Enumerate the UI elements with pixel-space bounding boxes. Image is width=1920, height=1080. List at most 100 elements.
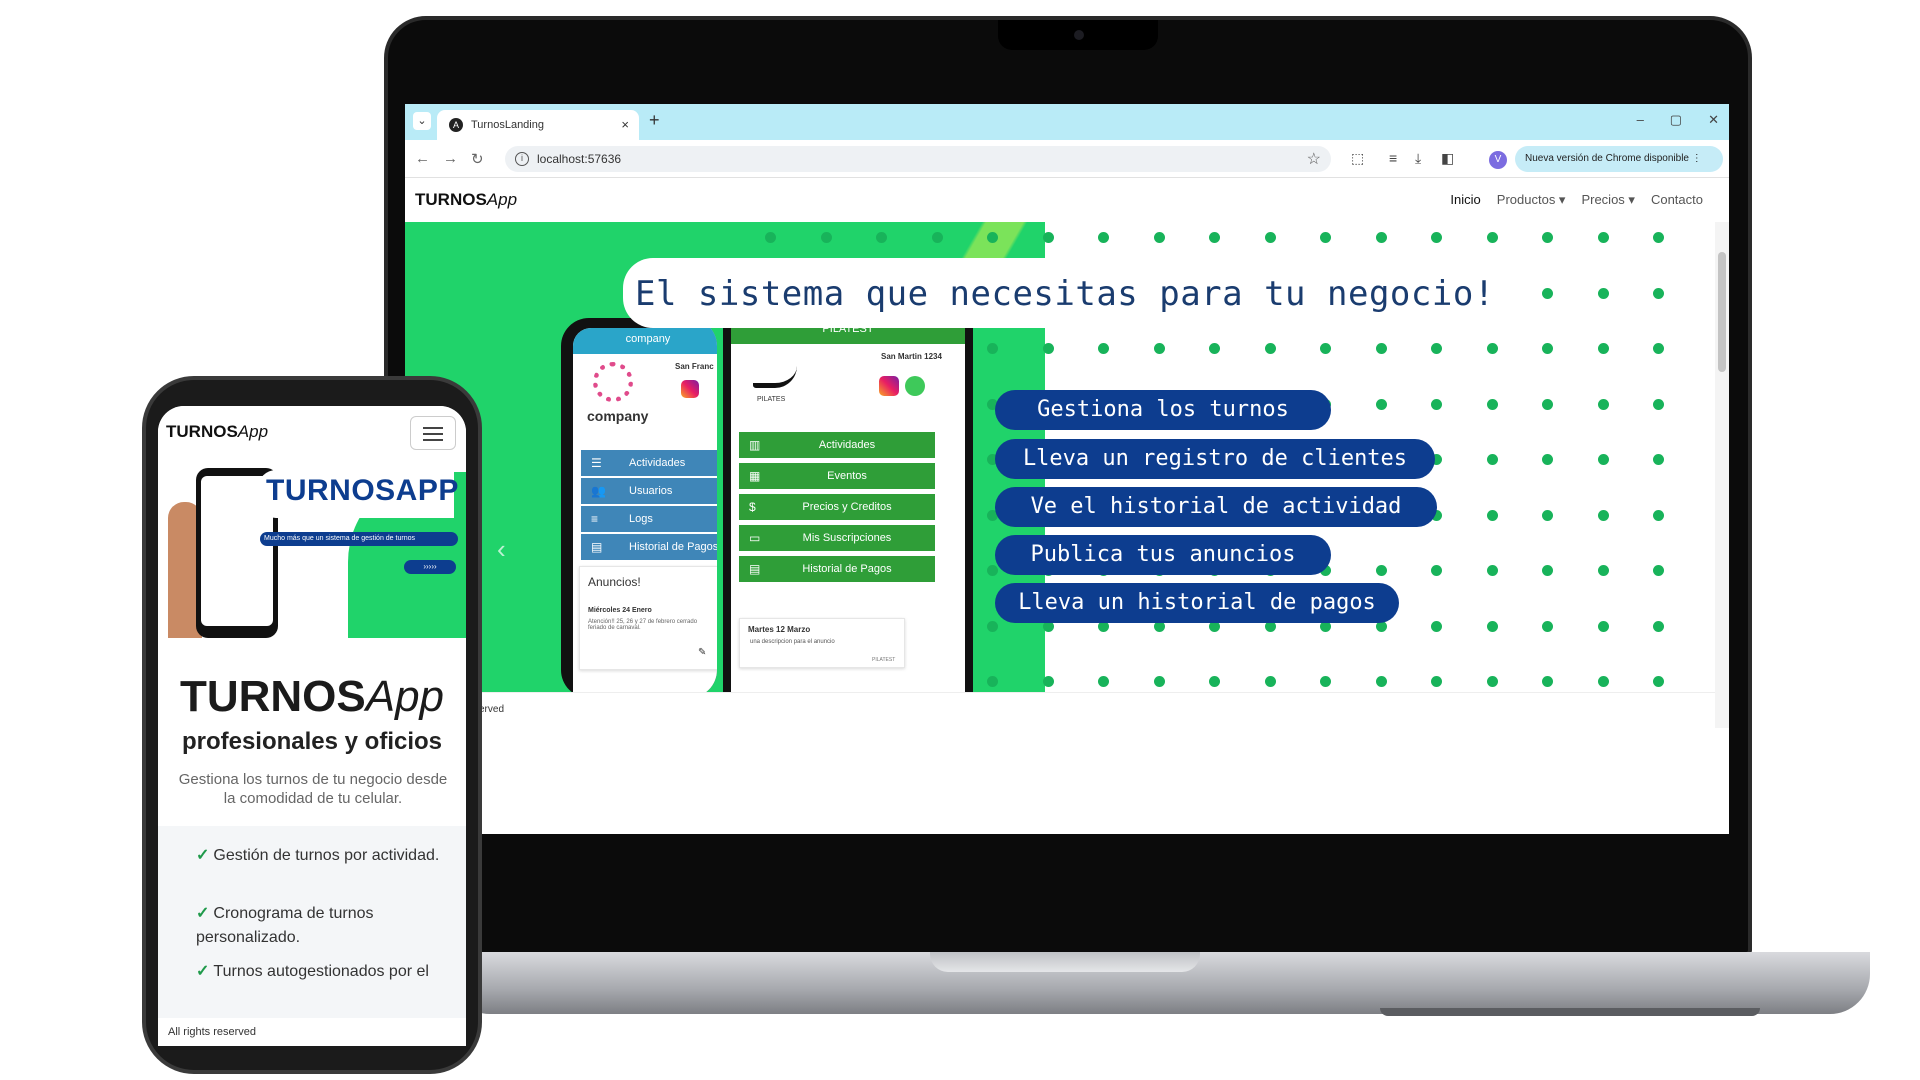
laptop-foot bbox=[1380, 1008, 1760, 1016]
phone-hero-subtitle: profesionales y oficios bbox=[181, 728, 443, 755]
pattern-dot bbox=[1431, 676, 1442, 687]
bookmark-star-icon[interactable]: ☆ bbox=[1307, 149, 1321, 169]
site-brand[interactable]: TURNOSApp bbox=[415, 190, 517, 210]
pattern-dot bbox=[987, 676, 998, 687]
pattern-dot bbox=[1653, 287, 1664, 299]
pattern-dot bbox=[1653, 398, 1664, 410]
pilates-address: San Martin 1234 bbox=[881, 352, 942, 361]
reading-list-icon[interactable]: ≡ bbox=[1389, 150, 1397, 166]
tab-close-icon[interactable]: × bbox=[621, 117, 629, 132]
pattern-dot bbox=[1542, 398, 1553, 410]
pattern-dot bbox=[1042, 232, 1054, 243]
profile-avatar[interactable]: V bbox=[1489, 151, 1507, 169]
pattern-dot bbox=[1597, 509, 1609, 521]
pattern-dot bbox=[1209, 232, 1220, 243]
pattern-dot bbox=[1597, 454, 1609, 465]
site-info-icon[interactable]: i bbox=[515, 152, 529, 166]
vertical-scrollbar[interactable] bbox=[1715, 222, 1729, 728]
mockup-btn-usuarios: 👥 Usuarios bbox=[581, 478, 717, 504]
pattern-dot bbox=[1486, 343, 1498, 354]
browser-tab[interactable]: A TurnosLanding × bbox=[437, 110, 639, 140]
chrome-update-label: Nueva versión de Chrome disponible bbox=[1525, 153, 1689, 164]
announcement-date: Martes 12 Marzo bbox=[748, 625, 811, 634]
brand-italic: App bbox=[486, 190, 518, 209]
nav-productos[interactable]: Productos ▾ bbox=[1497, 192, 1566, 208]
pattern-dot bbox=[1264, 343, 1276, 354]
pattern-dot bbox=[1542, 620, 1553, 632]
scrollbar-thumb[interactable] bbox=[1718, 252, 1726, 372]
browser-window: ⌄ A TurnosLanding × + – ▢ ✕ ← → ↻ i loca… bbox=[405, 104, 1729, 834]
pattern-dot bbox=[1209, 343, 1220, 354]
mockup-phone-pilates: PILATEST San Martin 1234 PILATES ▥ Activi… bbox=[723, 318, 973, 692]
mockup-announcements-card: Anuncios! Miércoles 24 Enero Atención!! … bbox=[579, 566, 717, 670]
pattern-dot bbox=[1375, 398, 1387, 410]
mockup-pilates-screen: PILATEST San Martin 1234 PILATES ▥ Activi… bbox=[731, 318, 965, 692]
pattern-dot bbox=[1486, 565, 1498, 576]
kebab-menu-icon[interactable]: ⋮ bbox=[1692, 153, 1702, 164]
pattern-dot bbox=[1542, 676, 1553, 687]
device-mockup-stage: ⌄ A TurnosLanding × + – ▢ ✕ ← → ↻ i loca… bbox=[0, 0, 1920, 1080]
hamburger-menu-icon[interactable] bbox=[410, 416, 456, 450]
nav-inicio[interactable]: Inicio bbox=[1450, 192, 1480, 208]
pattern-dot bbox=[1486, 620, 1498, 632]
mockup-btn-precios: $ Precios y Creditos bbox=[739, 494, 935, 520]
phone-brand[interactable]: TURNOSApp bbox=[166, 422, 268, 442]
announcement-sign: PILATEST bbox=[872, 657, 896, 663]
forward-arrow-icon[interactable]: → bbox=[443, 150, 458, 167]
phone-banner-subtitle: Mucho más que un sistema de gestión de t… bbox=[260, 532, 458, 546]
phone-feature-item: ✓ Gestión de turnos por actividad. bbox=[196, 844, 456, 868]
minimize-icon[interactable]: – bbox=[1637, 112, 1644, 128]
extensions-icon[interactable]: ⬚ bbox=[1351, 150, 1364, 167]
mockup-company-header: company bbox=[573, 328, 717, 354]
check-icon: ✓ bbox=[196, 905, 210, 922]
pattern-dot bbox=[1375, 676, 1387, 687]
phone-banner: TURNOSAPP Mucho más que un sistema de ge… bbox=[158, 462, 466, 638]
pattern-dot bbox=[1375, 343, 1387, 354]
announcement-text: Atención!! 25, 26 y 27 de febrero cerrad… bbox=[588, 619, 698, 631]
phone-brand-italic: App bbox=[237, 422, 269, 441]
tab-search-icon[interactable]: ⌄ bbox=[413, 112, 431, 130]
check-icon: ✓ bbox=[196, 847, 210, 864]
phone-hero-title: TURNOSApp bbox=[158, 672, 466, 722]
pattern-dot bbox=[1653, 620, 1664, 632]
pattern-dot bbox=[1320, 232, 1331, 243]
side-panel-icon[interactable]: ◧ bbox=[1441, 150, 1454, 167]
pattern-dot bbox=[1153, 343, 1165, 354]
mockup-btn-label: Eventos bbox=[827, 470, 867, 482]
feature-pill-turnos: Gestiona los turnos bbox=[995, 390, 1331, 430]
pattern-dot bbox=[1597, 232, 1609, 243]
chrome-update-button[interactable]: Nueva versión de Chrome disponible ⋮ bbox=[1515, 146, 1723, 172]
mockup-btn-actividades: ▥ Actividades bbox=[739, 432, 935, 458]
pattern-dot bbox=[1486, 676, 1498, 687]
pattern-dot bbox=[1431, 620, 1442, 632]
phone-hero-title-italic: App bbox=[365, 672, 445, 721]
reload-icon[interactable]: ↻ bbox=[471, 150, 484, 168]
nav-contacto[interactable]: Contacto bbox=[1651, 192, 1703, 208]
whatsapp-icon bbox=[905, 376, 925, 396]
mockup-btn-label: Actividades bbox=[818, 439, 876, 451]
pattern-dot bbox=[1542, 509, 1553, 521]
phone-feature-text: Gestión de turnos por actividad. bbox=[213, 847, 440, 864]
download-icon[interactable]: ⤓ bbox=[1415, 150, 1421, 167]
instagram-icon bbox=[681, 380, 699, 398]
pattern-dot bbox=[1542, 287, 1553, 299]
phone-hero-title-main: TURNOS bbox=[179, 672, 366, 721]
camera-icon bbox=[1074, 30, 1084, 40]
back-arrow-icon[interactable]: ← bbox=[415, 150, 430, 167]
mockup-announcement-card: Martes 12 Marzo una descripcion para el … bbox=[739, 618, 905, 668]
maximize-icon[interactable]: ▢ bbox=[1670, 112, 1682, 128]
laptop-hinge bbox=[930, 952, 1200, 972]
tab-title: TurnosLanding bbox=[471, 119, 544, 131]
carousel-prev-arrow-icon[interactable]: ‹ bbox=[497, 534, 506, 565]
announcement-date: Miércoles 24 Enero bbox=[588, 607, 652, 614]
pattern-dot bbox=[1597, 398, 1609, 410]
close-window-icon[interactable]: ✕ bbox=[1708, 112, 1719, 128]
feature-pill-anuncios: Publica tus anuncios bbox=[995, 535, 1331, 575]
pattern-dot bbox=[987, 565, 998, 576]
new-tab-button[interactable]: + bbox=[649, 110, 660, 131]
site-navbar: TURNOSApp Inicio Productos ▾ Precios ▾ C… bbox=[405, 178, 1729, 222]
address-bar[interactable]: i localhost:57636 ☆ bbox=[505, 146, 1331, 172]
feature-pill-historial-actividad: Ve el historial de actividad bbox=[995, 487, 1437, 527]
pilates-logo-text: PILATES bbox=[757, 396, 786, 403]
nav-precios[interactable]: Precios ▾ bbox=[1581, 192, 1635, 208]
